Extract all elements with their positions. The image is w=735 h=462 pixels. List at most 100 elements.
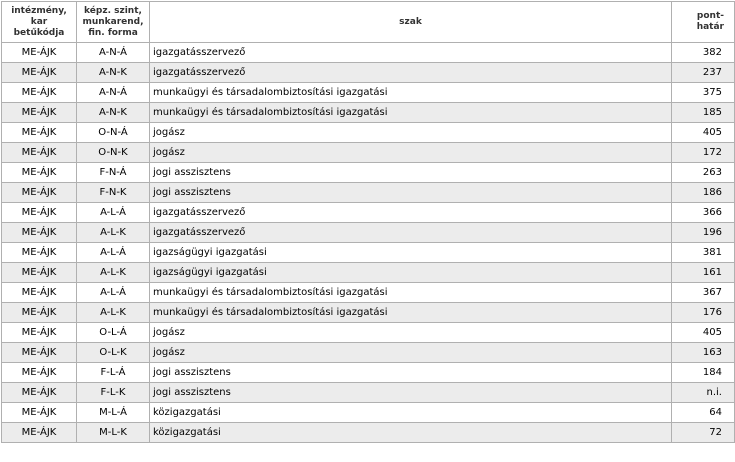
cell-points: 375: [671, 82, 735, 103]
table-row: ME-ÁJK A-L-K igazgatásszervező 196: [1, 222, 735, 243]
admission-thresholds-table: intézmény, kar betűkódja képz. szint, mu…: [1, 1, 735, 443]
cell-points: 184: [671, 362, 735, 383]
table-header: intézmény, kar betűkódja képz. szint, mu…: [1, 1, 735, 43]
header-major: szak: [149, 1, 672, 43]
cell-level: M-L-Á: [76, 402, 150, 423]
cell-major: jogi asszisztens: [149, 182, 672, 203]
cell-level: F-N-K: [76, 182, 150, 203]
cell-major: igazságügyi igazgatási: [149, 262, 672, 283]
cell-institution: ME-ÁJK: [1, 302, 77, 323]
header-level: képz. szint, munkarend, fin. forma: [76, 1, 150, 43]
cell-institution: ME-ÁJK: [1, 262, 77, 283]
cell-level: A-L-K: [76, 262, 150, 283]
cell-institution: ME-ÁJK: [1, 382, 77, 403]
cell-points: 405: [671, 122, 735, 143]
header-row: intézmény, kar betűkódja képz. szint, mu…: [1, 1, 735, 43]
cell-major: jogi asszisztens: [149, 162, 672, 183]
cell-points: 72: [671, 422, 735, 443]
cell-level: F-L-K: [76, 382, 150, 403]
cell-points: 263: [671, 162, 735, 183]
cell-major: igazgatásszervező: [149, 222, 672, 243]
cell-institution: ME-ÁJK: [1, 162, 77, 183]
table-row: ME-ÁJK F-L-K jogi asszisztens n.i.: [1, 382, 735, 403]
cell-level: A-N-Á: [76, 42, 150, 63]
cell-major: munkaügyi és társadalombiztosítási igazg…: [149, 102, 672, 123]
cell-major: jogi asszisztens: [149, 362, 672, 383]
cell-points: 186: [671, 182, 735, 203]
table-row: ME-ÁJK F-L-Á jogi asszisztens 184: [1, 362, 735, 383]
cell-level: A-L-Á: [76, 202, 150, 223]
table-body: ME-ÁJK A-N-Á igazgatásszervező 382 ME-ÁJK A-N…: [1, 42, 735, 443]
table-row: ME-ÁJK A-L-Á igazgatásszervező 366: [1, 202, 735, 223]
cell-major: jogász: [149, 142, 672, 163]
cell-points: 405: [671, 322, 735, 343]
table-row: ME-ÁJK A-L-K munkaügyi és társadalombiztos…: [1, 302, 735, 323]
table-row: ME-ÁJK F-N-Á jogi asszisztens 263: [1, 162, 735, 183]
table-row: ME-ÁJK O-L-K jogász 163: [1, 342, 735, 363]
cell-level: F-N-Á: [76, 162, 150, 183]
cell-institution: ME-ÁJK: [1, 402, 77, 423]
cell-points: 381: [671, 242, 735, 263]
cell-major: munkaügyi és társadalombiztosítási igazg…: [149, 82, 672, 103]
cell-points: 237: [671, 62, 735, 83]
table-row: ME-ÁJK M-L-Á közigazgatási 64: [1, 402, 735, 423]
table-row: ME-ÁJK A-N-Á munkaügyi és társadalombiztos…: [1, 82, 735, 103]
cell-points: 185: [671, 102, 735, 123]
cell-institution: ME-ÁJK: [1, 222, 77, 243]
cell-level: A-N-K: [76, 102, 150, 123]
cell-points: 64: [671, 402, 735, 423]
cell-institution: ME-ÁJK: [1, 82, 77, 103]
cell-major: közigazgatási: [149, 402, 672, 423]
cell-points: 161: [671, 262, 735, 283]
cell-major: munkaügyi és társadalombiztosítási igazg…: [149, 302, 672, 323]
cell-institution: ME-ÁJK: [1, 142, 77, 163]
cell-institution: ME-ÁJK: [1, 342, 77, 363]
table-row: ME-ÁJK A-L-Á igazságügyi igazgatási 381: [1, 242, 735, 263]
cell-level: A-L-K: [76, 302, 150, 323]
cell-institution: ME-ÁJK: [1, 322, 77, 343]
cell-institution: ME-ÁJK: [1, 362, 77, 383]
table-row: ME-ÁJK O-N-K jogász 172: [1, 142, 735, 163]
cell-major: igazgatásszervező: [149, 202, 672, 223]
cell-institution: ME-ÁJK: [1, 242, 77, 263]
cell-level: M-L-K: [76, 422, 150, 443]
cell-institution: ME-ÁJK: [1, 422, 77, 443]
cell-major: jogi asszisztens: [149, 382, 672, 403]
cell-institution: ME-ÁJK: [1, 102, 77, 123]
cell-institution: ME-ÁJK: [1, 202, 77, 223]
cell-major: jogász: [149, 342, 672, 363]
cell-major: igazgatásszervező: [149, 62, 672, 83]
table-row: ME-ÁJK A-L-K igazságügyi igazgatási 161: [1, 262, 735, 283]
cell-points: n.i.: [671, 382, 735, 403]
cell-points: 367: [671, 282, 735, 303]
cell-level: A-L-Á: [76, 242, 150, 263]
table-row: ME-ÁJK O-N-Á jogász 405: [1, 122, 735, 143]
cell-points: 163: [671, 342, 735, 363]
cell-major: igazgatásszervező: [149, 42, 672, 63]
table-row: ME-ÁJK A-N-K igazgatásszervező 237: [1, 62, 735, 83]
cell-major: jogász: [149, 322, 672, 343]
cell-level: A-L-Á: [76, 282, 150, 303]
cell-level: A-N-Á: [76, 82, 150, 103]
cell-institution: ME-ÁJK: [1, 122, 77, 143]
header-institution: intézmény, kar betűkódja: [1, 1, 77, 43]
cell-major: jogász: [149, 122, 672, 143]
cell-institution: ME-ÁJK: [1, 182, 77, 203]
cell-level: O-L-K: [76, 342, 150, 363]
table-row: ME-ÁJK O-L-Á jogász 405: [1, 322, 735, 343]
cell-institution: ME-ÁJK: [1, 282, 77, 303]
cell-level: F-L-Á: [76, 362, 150, 383]
cell-points: 196: [671, 222, 735, 243]
table-row: ME-ÁJK M-L-K közigazgatási 72: [1, 422, 735, 443]
cell-level: A-N-K: [76, 62, 150, 83]
cell-institution: ME-ÁJK: [1, 62, 77, 83]
table-row: ME-ÁJK A-N-Á igazgatásszervező 382: [1, 42, 735, 63]
cell-level: O-N-K: [76, 142, 150, 163]
header-points: pont-határ: [671, 1, 735, 43]
cell-level: A-L-K: [76, 222, 150, 243]
table-row: ME-ÁJK A-N-K munkaügyi és társadalombiztos…: [1, 102, 735, 123]
table-row: ME-ÁJK F-N-K jogi asszisztens 186: [1, 182, 735, 203]
cell-major: igazságügyi igazgatási: [149, 242, 672, 263]
cell-major: munkaügyi és társadalombiztosítási igazg…: [149, 282, 672, 303]
cell-points: 366: [671, 202, 735, 223]
